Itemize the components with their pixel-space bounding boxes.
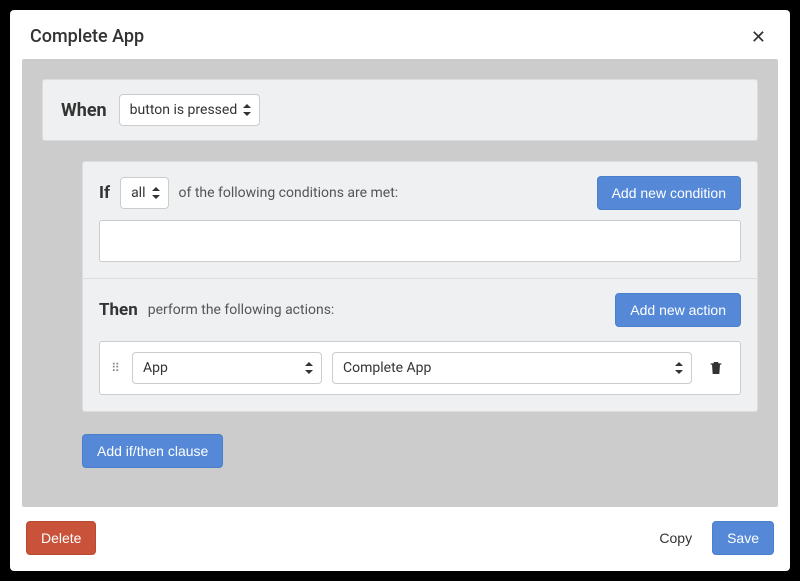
chevron-updown-icon [675,362,683,374]
modal-footer: Delete Copy Save [10,507,790,571]
action-target-select[interactable]: App [132,352,322,384]
if-description: of the following conditions are met: [179,185,399,201]
when-label: When [61,100,107,121]
add-action-button[interactable]: Add new action [615,293,741,327]
chevron-updown-icon [152,187,160,199]
trigger-select-value: button is pressed [130,102,238,118]
action-type-select[interactable]: Complete App [332,352,692,384]
modal-title: Complete App [30,26,144,47]
copy-button[interactable]: Copy [649,522,702,554]
drag-handle-icon[interactable]: ⠿ [110,365,122,371]
if-label: If [99,183,110,203]
close-icon: ✕ [751,27,766,47]
then-description: perform the following actions: [148,302,335,318]
close-button[interactable]: ✕ [747,28,770,46]
ifthen-block: If all of the following conditions are m… [82,161,758,412]
then-header: Then perform the following actions: Add … [99,293,741,327]
chevron-updown-icon [243,104,251,116]
save-button[interactable]: Save [712,521,774,555]
add-ifthen-clause-button[interactable]: Add if/then clause [82,434,223,468]
chevron-updown-icon [305,362,313,374]
action-row: ⠿ App Complete App [99,341,741,395]
then-section: Then perform the following actions: Add … [83,278,757,411]
action-target-value: App [143,360,168,376]
add-condition-button[interactable]: Add new condition [597,176,741,210]
rule-editor-modal: Complete App ✕ When button is pressed If… [10,10,790,571]
ifthen-container: If all of the following conditions are m… [82,161,758,468]
if-quantifier-select[interactable]: all [120,177,168,209]
then-label: Then [99,300,138,320]
delete-action-button[interactable] [702,355,730,381]
trash-icon [708,359,724,377]
if-header: If all of the following conditions are m… [99,176,741,210]
action-type-value: Complete App [343,360,431,376]
modal-header: Complete App ✕ [10,10,790,59]
if-section: If all of the following conditions are m… [83,162,757,278]
conditions-list[interactable] [99,220,741,262]
if-quantifier-value: all [131,185,145,201]
when-panel: When button is pressed [42,79,758,141]
delete-button[interactable]: Delete [26,521,96,555]
modal-body: When button is pressed If all of the fol… [22,59,778,507]
add-clause-row: Add if/then clause [82,434,758,468]
trigger-select[interactable]: button is pressed [119,94,261,126]
